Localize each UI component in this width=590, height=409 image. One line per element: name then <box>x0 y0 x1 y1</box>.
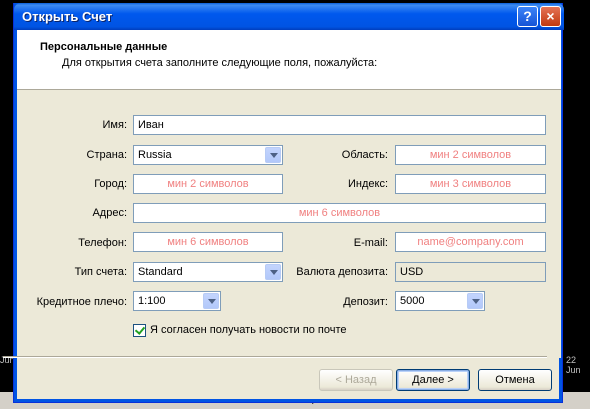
deposit-label: Депозит: <box>343 296 388 308</box>
title-bar[interactable]: Открыть Счет ? × <box>14 3 564 30</box>
email-input[interactable]: name@company.com <box>395 232 546 252</box>
currency-label: Валюта депозита: <box>296 266 388 278</box>
phone-label: Телефон: <box>78 237 127 249</box>
zip-label: Индекс: <box>347 178 388 190</box>
cancel-button[interactable]: Отмена <box>478 369 552 391</box>
currency-field: USD <box>395 262 546 282</box>
header-panel: Персональные данные Для открытия счета з… <box>17 30 561 90</box>
section-title: Персональные данные <box>40 41 168 53</box>
chevron-down-icon[interactable] <box>467 293 483 309</box>
region-input[interactable]: мин 2 символов <box>395 145 546 165</box>
email-label: E-mail: <box>353 237 388 249</box>
account-type-value: Standard <box>138 266 183 278</box>
close-icon[interactable]: × <box>540 6 561 27</box>
country-value: Russia <box>138 149 172 161</box>
name-label: Имя: <box>102 119 127 131</box>
help-icon[interactable]: ? <box>517 6 538 27</box>
chart-date-label: 22 Jun <box>566 355 581 375</box>
chevron-down-icon[interactable] <box>265 147 281 163</box>
leverage-select[interactable]: 1:100 <box>133 291 221 311</box>
zip-input[interactable]: мин 3 символов <box>395 174 546 194</box>
account-type-label: Тип счета: <box>74 266 127 278</box>
chart-background-right: 22 Jun <box>563 0 590 409</box>
city-input[interactable]: мин 2 символов <box>133 174 283 194</box>
leverage-label: Кредитное плечо: <box>36 296 127 308</box>
divider <box>3 356 547 358</box>
account-type-select[interactable]: Standard <box>133 262 283 282</box>
chevron-down-icon[interactable] <box>203 293 219 309</box>
deposit-value: 5000 <box>400 295 425 307</box>
window-title: Открыть Счет <box>22 9 113 24</box>
region-label: Область: <box>341 149 388 161</box>
city-label: Город: <box>94 178 127 190</box>
address-input[interactable]: мин 6 символов <box>133 203 546 223</box>
address-label: Адрес: <box>92 207 127 219</box>
chart-background-left: Jun <box>0 0 15 409</box>
country-label: Страна: <box>86 149 127 161</box>
next-button[interactable]: Далее > <box>396 369 470 391</box>
newsletter-label[interactable]: Я согласен получать новости по почте <box>150 324 346 336</box>
section-subtitle: Для открытия счета заполните следующие п… <box>62 57 378 69</box>
chevron-down-icon[interactable] <box>265 264 281 280</box>
country-select[interactable]: Russia <box>133 145 283 165</box>
back-button[interactable]: < Назад <box>319 369 393 391</box>
newsletter-checkbox[interactable] <box>133 324 146 337</box>
phone-input[interactable]: мин 6 символов <box>133 232 283 252</box>
deposit-select[interactable]: 5000 <box>395 291 485 311</box>
name-input[interactable]: Иван <box>133 115 546 135</box>
leverage-value: 1:100 <box>138 295 166 307</box>
